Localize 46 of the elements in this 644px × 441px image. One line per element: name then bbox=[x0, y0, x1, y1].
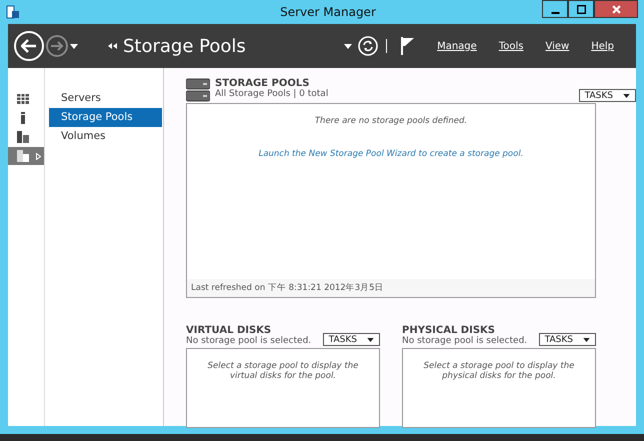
file-server-icon bbox=[17, 150, 29, 162]
section-subtitle: All Storage Pools | 0 total bbox=[215, 89, 330, 99]
storage-icon bbox=[186, 78, 210, 102]
caret-icon bbox=[583, 338, 590, 342]
caret-icon bbox=[623, 94, 630, 98]
left-arrow-icon bbox=[21, 39, 37, 53]
tasks-button[interactable]: TASKS bbox=[322, 333, 380, 346]
sidebar-button[interactable] bbox=[8, 147, 44, 165]
section-title: PHYSICAL DISKS bbox=[402, 325, 496, 336]
window-title: Server Manager bbox=[280, 5, 376, 19]
page-title: Storage Pools bbox=[123, 36, 246, 56]
empty-message: Select a storage pool to display the physical disks for the pool. bbox=[422, 361, 576, 381]
menu-item[interactable]: Help bbox=[591, 40, 614, 52]
expand-arrow-icon bbox=[36, 152, 41, 160]
menu-item[interactable]: Manage bbox=[437, 40, 477, 52]
maximize-icon bbox=[576, 4, 586, 14]
app-icon bbox=[6, 5, 20, 19]
menu-item[interactable]: Tools bbox=[498, 40, 524, 52]
section-title: STORAGE POOLS bbox=[215, 78, 310, 89]
empty-message: Select a storage pool to display the virtual disks for the pool. bbox=[206, 361, 360, 381]
tasks-button[interactable]: TASKS bbox=[578, 89, 636, 102]
close-button[interactable] bbox=[594, 0, 638, 18]
nav-item[interactable]: Servers bbox=[49, 89, 162, 108]
empty-message: There are no storage pools defined. bbox=[314, 116, 468, 126]
section-title: VIRTUAL DISKS bbox=[186, 325, 272, 336]
refresh-icon[interactable] bbox=[358, 36, 378, 56]
grid-icon bbox=[17, 93, 29, 105]
servers-icon bbox=[17, 131, 29, 143]
wizard-link[interactable]: Launch the New Storage Pool Wizard to create a storage pool. bbox=[187, 149, 595, 159]
caret-icon[interactable] bbox=[344, 44, 352, 48]
maximize-button[interactable] bbox=[568, 0, 594, 18]
double-arrow-icon bbox=[108, 43, 117, 49]
caret-icon[interactable] bbox=[70, 44, 78, 48]
section-subtitle: No storage pool is selected. bbox=[402, 336, 528, 346]
minimize-button[interactable] bbox=[542, 0, 568, 18]
tasks-button[interactable]: TASKS bbox=[538, 333, 596, 346]
close-icon bbox=[612, 4, 620, 14]
minimize-icon bbox=[550, 12, 560, 14]
nav-item[interactable]: Storage Pools bbox=[49, 108, 162, 127]
nav-item[interactable]: Volumes bbox=[49, 127, 162, 146]
menu-item[interactable]: View bbox=[545, 40, 570, 52]
back-button[interactable] bbox=[14, 31, 44, 61]
section-subtitle: No storage pool is selected. bbox=[186, 336, 312, 346]
caret-icon bbox=[367, 338, 374, 342]
refresh-status: Last refreshed on 下午 8:31:21 2012年3月5日 bbox=[187, 279, 595, 297]
flag-icon[interactable] bbox=[401, 37, 416, 55]
